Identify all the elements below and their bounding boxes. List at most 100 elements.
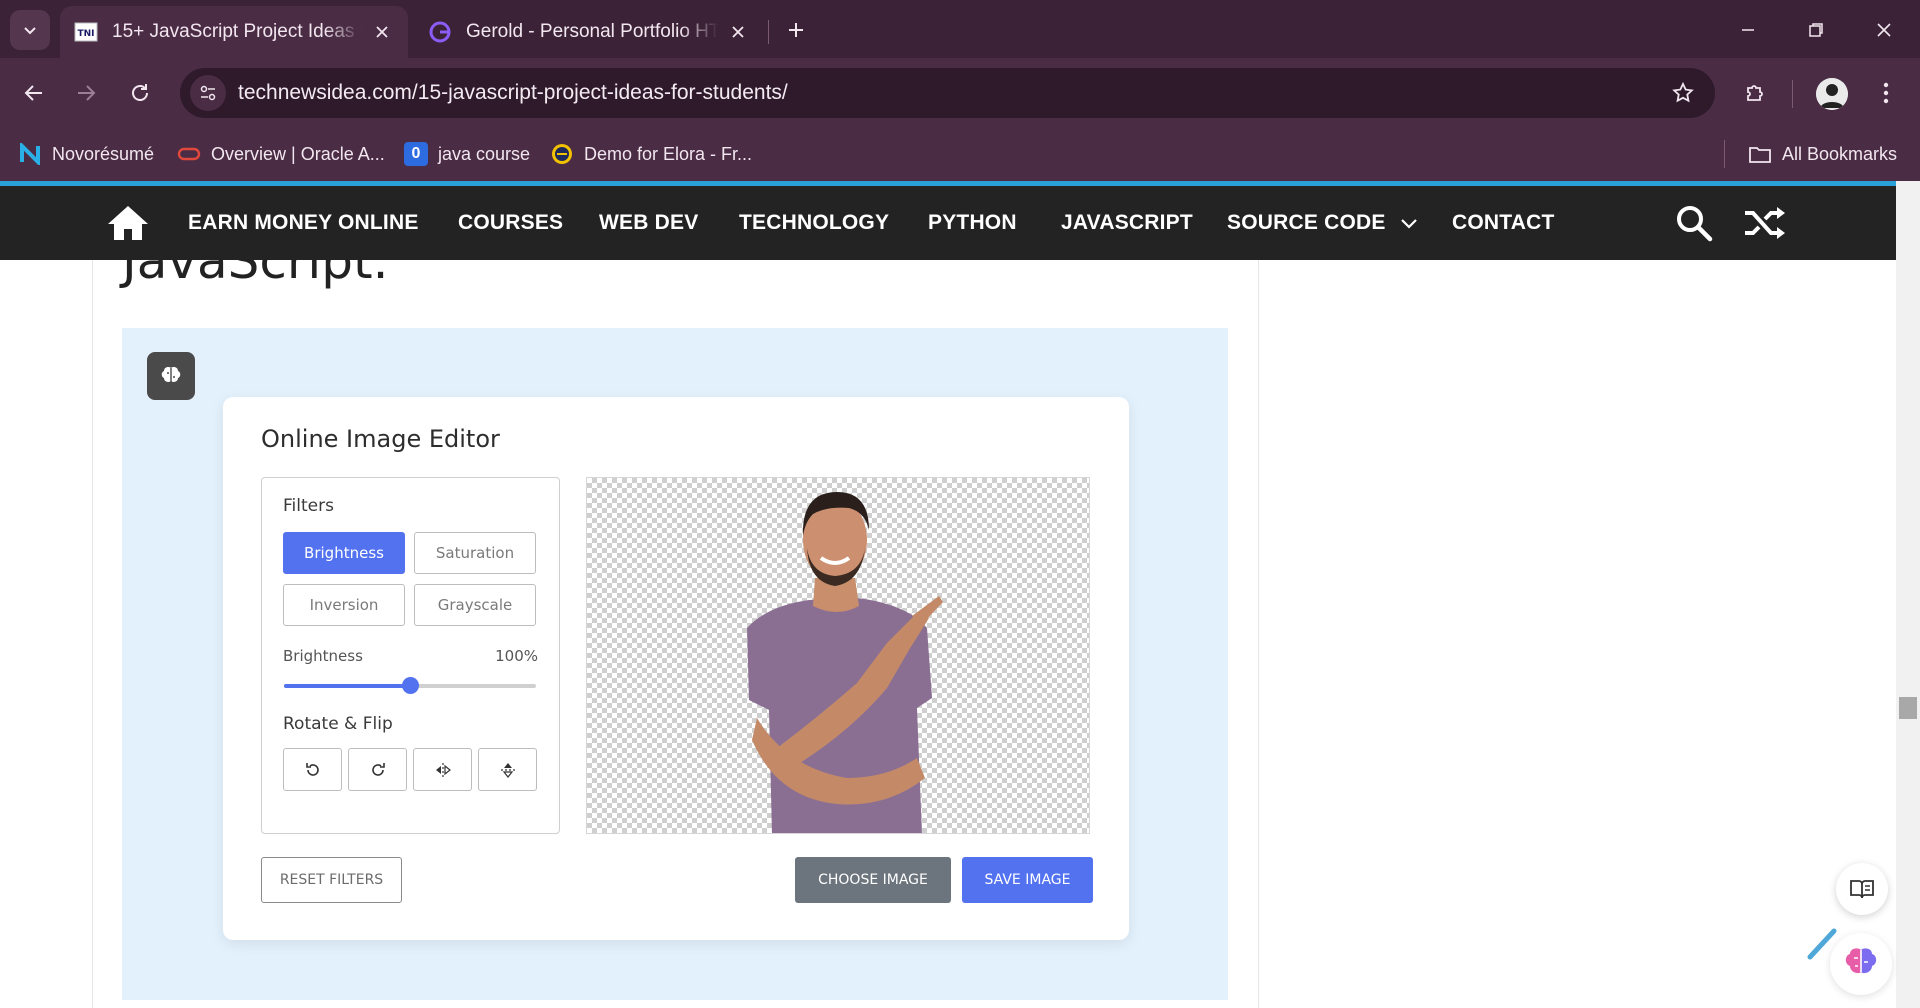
tab-active[interactable]: TNI 15+ JavaScript Project Ideas For Stu… xyxy=(60,6,408,58)
filter-brightness-button[interactable]: Brightness xyxy=(283,532,405,574)
browser-chrome: TNI 15+ JavaScript Project Ideas For Stu… xyxy=(0,0,1920,181)
brain-icon xyxy=(1845,948,1877,974)
tab-title: 15+ JavaScript Project Ideas For Student… xyxy=(112,21,362,42)
filters-panel: Filters Brightness Saturation Inversion … xyxy=(261,477,560,834)
reload-button[interactable] xyxy=(118,71,162,115)
nav-contact[interactable]: CONTACT xyxy=(1452,186,1555,260)
book-open-icon xyxy=(1850,880,1874,899)
tni-favicon-icon: TNI xyxy=(74,20,98,44)
filter-saturation-button[interactable]: Saturation xyxy=(414,532,536,574)
reading-mode-button[interactable] xyxy=(1836,863,1888,915)
editor-title: Online Image Editor xyxy=(261,425,500,453)
filter-grayscale-button[interactable]: Grayscale xyxy=(414,584,536,626)
nav-source-code-label: SOURCE CODE xyxy=(1227,211,1386,234)
nav-javascript[interactable]: JAVASCRIPT xyxy=(1061,186,1193,260)
bookmark-label: Overview | Oracle A... xyxy=(211,143,385,164)
rotate-left-button[interactable] xyxy=(283,748,342,791)
brain-icon[interactable] xyxy=(147,352,195,400)
arrow-left-icon xyxy=(24,85,42,101)
address-bar[interactable]: technewsidea.com/15-javascript-project-i… xyxy=(180,68,1715,118)
slider-value: 100% xyxy=(495,647,538,665)
all-bookmarks-button[interactable]: All Bookmarks xyxy=(1748,138,1897,170)
all-bookmarks-label: All Bookmarks xyxy=(1782,143,1898,164)
save-image-button[interactable]: SAVE IMAGE xyxy=(962,857,1093,903)
rotate-flip-label: Rotate & Flip xyxy=(283,714,393,734)
folder-icon xyxy=(1748,142,1772,166)
oracle-icon xyxy=(177,142,201,166)
flip-horizontal-icon xyxy=(435,762,451,777)
nav-source-code[interactable]: SOURCE CODE xyxy=(1227,186,1418,260)
search-icon[interactable] xyxy=(1671,200,1717,246)
novoresume-icon xyxy=(18,142,42,166)
scrollbar-thumb[interactable] xyxy=(1899,697,1917,719)
restore-icon xyxy=(1809,23,1823,37)
menu-button[interactable] xyxy=(1864,71,1908,115)
profile-avatar[interactable] xyxy=(1816,78,1848,110)
site-navbar: EARN MONEY ONLINE COURSES WEB DEV TECHNO… xyxy=(0,186,1896,260)
minimize-icon xyxy=(1742,29,1754,31)
bookmark-novoresume[interactable]: Novorésumé xyxy=(18,138,154,170)
toolbar-separator xyxy=(1792,80,1793,108)
svg-text:TNI: TNI xyxy=(77,29,94,39)
close-tab-icon[interactable] xyxy=(726,20,750,44)
choose-image-button[interactable]: CHOOSE IMAGE xyxy=(795,857,951,903)
gerold-favicon-icon xyxy=(428,20,452,44)
bookmark-java-course[interactable]: 0 java course xyxy=(404,138,530,170)
nav-technology[interactable]: TECHNOLOGY xyxy=(739,186,889,260)
tab-title: Gerold - Personal Portfolio HTML xyxy=(466,21,718,42)
slider-name: Brightness xyxy=(283,647,363,665)
more-vertical-icon xyxy=(1883,82,1889,104)
bookmark-label: java course xyxy=(438,143,531,164)
bookmark-elora[interactable]: Demo for Elora - Fr... xyxy=(550,138,752,170)
new-tab-button[interactable] xyxy=(780,14,812,46)
tab-separator xyxy=(768,20,769,44)
site-info-icon[interactable] xyxy=(190,75,226,111)
flip-horizontal-button[interactable] xyxy=(413,748,472,791)
reload-icon xyxy=(132,84,148,101)
minimize-button[interactable] xyxy=(1724,8,1772,52)
tab-search-button[interactable] xyxy=(10,10,50,50)
brightness-slider[interactable] xyxy=(284,677,536,694)
ai-assistant-button[interactable] xyxy=(1830,933,1892,995)
extensions-button[interactable] xyxy=(1733,71,1777,115)
bookmark-star-icon[interactable] xyxy=(1661,71,1705,115)
page-scrollbar[interactable] xyxy=(1896,181,1920,1008)
rotate-right-button[interactable] xyxy=(348,748,407,791)
close-tab-icon[interactable] xyxy=(370,20,394,44)
chevron-down-icon xyxy=(1400,219,1417,229)
restore-button[interactable] xyxy=(1792,8,1840,52)
filter-inversion-button[interactable]: Inversion xyxy=(283,584,405,626)
filters-label: Filters xyxy=(283,496,334,516)
puzzle-icon xyxy=(1747,85,1763,101)
rotate-right-icon xyxy=(371,762,385,776)
image-editor-card: Online Image Editor Filters Brightness S… xyxy=(223,397,1129,940)
flip-vertical-icon xyxy=(500,762,515,778)
bookmark-label: Novorésumé xyxy=(52,143,155,164)
plus-icon xyxy=(789,23,803,37)
nav-python[interactable]: PYTHON xyxy=(928,186,1017,260)
nav-courses[interactable]: COURSES xyxy=(458,186,563,260)
tab-strip: TNI 15+ JavaScript Project Ideas For Stu… xyxy=(0,0,1920,58)
chevron-down-icon xyxy=(24,27,36,35)
url-text[interactable]: technewsidea.com/15-javascript-project-i… xyxy=(238,81,1661,105)
nav-earn-money-online[interactable]: EARN MONEY ONLINE xyxy=(188,186,419,260)
browser-toolbar: technewsidea.com/15-javascript-project-i… xyxy=(0,58,1920,128)
bookmarks-bar: Novorésumé Overview | Oracle A... 0 java… xyxy=(0,128,1920,181)
flip-vertical-button[interactable] xyxy=(478,748,537,791)
slider-thumb[interactable] xyxy=(402,677,419,694)
forward-button[interactable] xyxy=(64,71,108,115)
rotate-left-icon xyxy=(305,762,319,776)
elora-icon xyxy=(550,142,574,166)
back-button[interactable] xyxy=(12,71,56,115)
tab-inactive[interactable]: Gerold - Personal Portfolio HTML xyxy=(414,6,764,58)
close-window-button[interactable] xyxy=(1860,8,1908,52)
close-icon xyxy=(1877,23,1891,37)
slider-fill xyxy=(284,684,410,688)
shuffle-icon[interactable] xyxy=(1742,200,1788,246)
image-preview xyxy=(586,477,1090,834)
reset-filters-button[interactable]: RESET FILTERS xyxy=(261,857,402,903)
nav-web-dev[interactable]: WEB DEV xyxy=(599,186,698,260)
person-photo xyxy=(747,492,943,833)
bookmark-oracle[interactable]: Overview | Oracle A... xyxy=(177,138,385,170)
home-icon[interactable] xyxy=(104,200,152,246)
